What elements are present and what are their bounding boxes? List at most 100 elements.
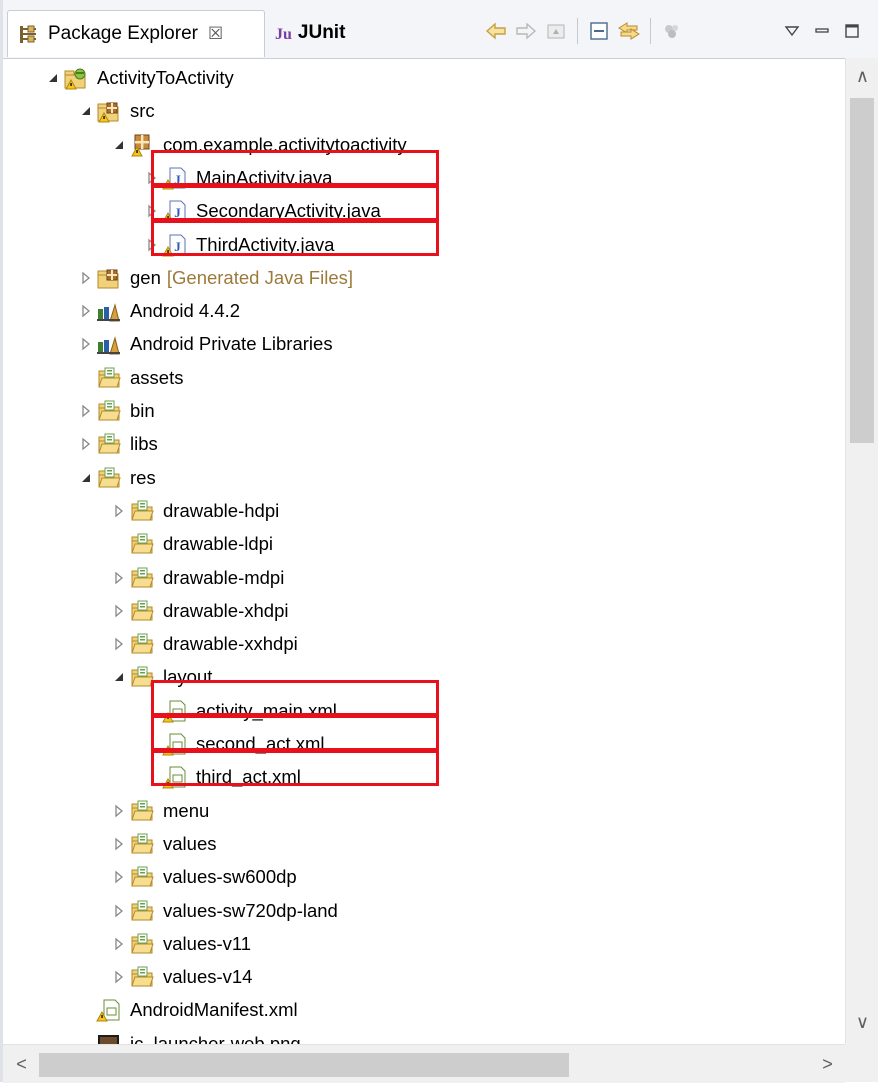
collapsed-arrow-icon[interactable]	[109, 867, 129, 887]
tree-row[interactable]: res	[3, 461, 845, 495]
tree-row[interactable]: values-sw720dp-land	[3, 894, 845, 928]
project-tree[interactable]: ActivityToActivity src com.example.activit…	[3, 58, 845, 1044]
collapsed-arrow-icon[interactable]	[109, 601, 129, 621]
tree-item-label: drawable-ldpi	[163, 533, 273, 555]
collapsed-arrow-icon[interactable]	[109, 934, 129, 954]
tree-item-label: libs	[130, 433, 158, 455]
folder-icon	[129, 899, 155, 923]
tree-row[interactable]: drawable-xxhdpi	[3, 627, 845, 661]
png-image-icon	[96, 1032, 122, 1044]
view-menu-icon[interactable]	[777, 16, 807, 46]
expanded-arrow-icon[interactable]	[76, 101, 96, 121]
tree-item-decoration: [Generated Java Files]	[167, 267, 353, 289]
collapsed-arrow-icon[interactable]	[142, 235, 162, 255]
tree-item-label: activity_main.xml	[196, 700, 337, 722]
tree-row[interactable]: values	[3, 827, 845, 861]
up-folder-icon[interactable]	[541, 16, 571, 46]
expanded-arrow-icon[interactable]	[109, 667, 129, 687]
horizontal-scroll-thumb[interactable]	[39, 1053, 569, 1077]
collapsed-arrow-icon[interactable]	[109, 901, 129, 921]
folder-icon	[96, 466, 122, 490]
vertical-scrollbar[interactable]: ∧ ∨	[845, 58, 878, 1044]
tree-row[interactable]: third_act.xml	[3, 760, 845, 794]
vertical-scroll-thumb[interactable]	[850, 98, 874, 443]
scroll-left-icon[interactable]: <	[5, 1050, 38, 1078]
expanded-arrow-icon[interactable]	[76, 468, 96, 488]
svg-text:J: J	[174, 205, 181, 220]
tree-row[interactable]: Android 4.4.2	[3, 294, 845, 328]
folder-icon	[129, 599, 155, 623]
collapsed-arrow-icon[interactable]	[109, 834, 129, 854]
tree-item-label: gen	[130, 267, 161, 289]
tree-row[interactable]: drawable-ldpi	[3, 527, 845, 561]
tree-item-label: res	[130, 467, 156, 489]
tree-row[interactable]: src	[3, 94, 845, 128]
tree-item-label: third_act.xml	[196, 766, 301, 788]
expanded-arrow-icon[interactable]	[109, 135, 129, 155]
no-arrow-spacer	[142, 734, 162, 754]
tree-item-label: MainActivity.java	[196, 167, 332, 189]
expanded-arrow-icon[interactable]	[43, 68, 63, 88]
collapsed-arrow-icon[interactable]	[76, 334, 96, 354]
tree-row[interactable]: values-sw600dp	[3, 860, 845, 894]
java-file-icon: J	[162, 199, 188, 223]
maximize-icon[interactable]	[837, 16, 867, 46]
tree-row[interactable]: assets	[3, 361, 845, 395]
tree-row[interactable]: second_act.xml	[3, 727, 845, 761]
collapsed-arrow-icon[interactable]	[109, 634, 129, 654]
tree-row[interactable]: activity_main.xml	[3, 694, 845, 728]
tree-item-label: AndroidManifest.xml	[130, 999, 298, 1021]
tree-item-label: values	[163, 833, 216, 855]
tree-row[interactable]: gen [Generated Java Files]	[3, 261, 845, 295]
tree-item-label: bin	[130, 400, 155, 422]
tree-row[interactable]: JMainActivity.java	[3, 161, 845, 195]
scroll-right-icon[interactable]: >	[811, 1050, 844, 1078]
tree-row[interactable]: drawable-mdpi	[3, 561, 845, 595]
collapsed-arrow-icon[interactable]	[109, 501, 129, 521]
tree-item-label: Android Private Libraries	[130, 333, 333, 355]
tree-row[interactable]: values-v11	[3, 927, 845, 961]
collapse-all-icon[interactable]	[584, 16, 614, 46]
scroll-down-icon[interactable]: ∨	[846, 1008, 878, 1036]
close-icon[interactable]: ☒	[208, 24, 223, 44]
tree-row[interactable]: drawable-xhdpi	[3, 594, 845, 628]
tab-label: JUnit	[298, 22, 346, 44]
tree-row[interactable]: layout	[3, 660, 845, 694]
tree-row[interactable]: drawable-hdpi	[3, 494, 845, 528]
collapsed-arrow-icon[interactable]	[76, 434, 96, 454]
link-with-editor-icon[interactable]	[614, 16, 644, 46]
tree-row[interactable]: JSecondaryActivity.java	[3, 194, 845, 228]
collapsed-arrow-icon[interactable]	[109, 801, 129, 821]
tree-item-label: src	[130, 100, 155, 122]
collapsed-arrow-icon[interactable]	[109, 967, 129, 987]
tree-item-label: ActivityToActivity	[97, 67, 234, 89]
collapsed-arrow-icon[interactable]	[76, 268, 96, 288]
tree-row[interactable]: libs	[3, 427, 845, 461]
collapsed-arrow-icon[interactable]	[76, 401, 96, 421]
filters-icon[interactable]	[657, 16, 687, 46]
horizontal-scrollbar[interactable]: < >	[3, 1044, 845, 1083]
scroll-up-icon[interactable]: ∧	[846, 62, 878, 90]
tree-row[interactable]: JThirdActivity.java	[3, 228, 845, 262]
tree-row[interactable]: ic_launcher-web.png	[3, 1027, 845, 1044]
collapsed-arrow-icon[interactable]	[142, 201, 162, 221]
collapsed-arrow-icon[interactable]	[76, 301, 96, 321]
tab-package-explorer[interactable]: Package Explorer ☒	[7, 10, 265, 57]
xml-file-icon	[96, 998, 122, 1022]
tree-item-label: values-v11	[163, 933, 251, 955]
tree-row[interactable]: AndroidManifest.xml	[3, 993, 845, 1027]
minimize-icon[interactable]	[807, 16, 837, 46]
tree-row[interactable]: Android Private Libraries	[3, 327, 845, 361]
back-arrow-icon[interactable]	[481, 16, 511, 46]
tree-row[interactable]: values-v14	[3, 960, 845, 994]
tree-row[interactable]: menu	[3, 794, 845, 828]
collapsed-arrow-icon[interactable]	[142, 168, 162, 188]
toolbar-separator	[650, 18, 651, 44]
tab-junit[interactable]: Ju JUnit	[269, 10, 389, 56]
forward-arrow-icon[interactable]	[511, 16, 541, 46]
collapsed-arrow-icon[interactable]	[109, 568, 129, 588]
tree-row[interactable]: bin	[3, 394, 845, 428]
tree-row[interactable]: ActivityToActivity	[3, 61, 845, 95]
tree-row[interactable]: com.example.activitytoactivity	[3, 128, 845, 162]
folder-icon	[129, 965, 155, 989]
